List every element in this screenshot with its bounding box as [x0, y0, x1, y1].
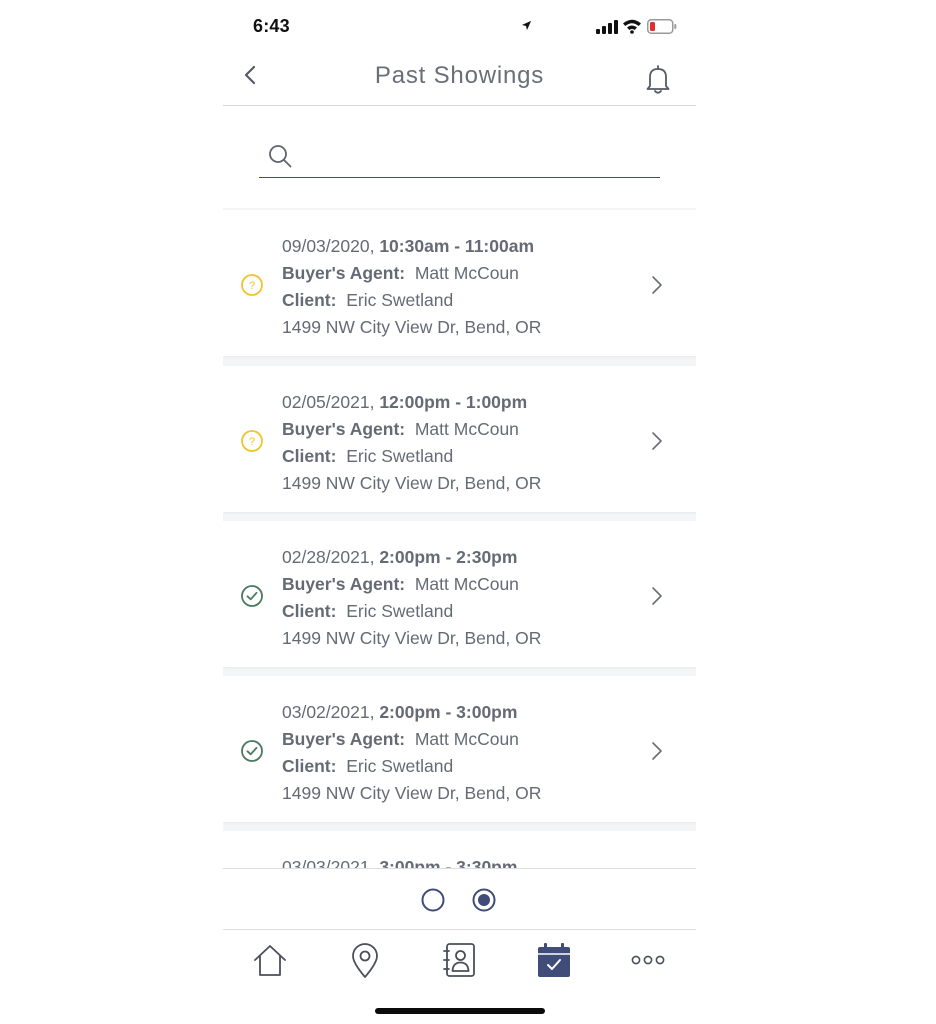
check-circle-icon: [241, 585, 263, 607]
showing-date: 02/28/2021,: [282, 547, 375, 567]
battery-icon: [647, 19, 677, 34]
buyers-agent-name: Matt McCoun: [414, 574, 519, 594]
location-arrow-icon: [521, 20, 532, 31]
page-dot-1[interactable]: [421, 888, 445, 912]
client-label: Client:: [282, 446, 337, 466]
buyers-agent-label: Buyer's Agent:: [282, 574, 406, 594]
svg-text:?: ?: [249, 436, 255, 448]
chevron-right-icon: [652, 432, 662, 450]
showing-address: 1499 NW City View Dr, Bend, OR: [282, 473, 542, 493]
showing-card-partial[interactable]: 03/03/2021, 3:00pm - 3:30pm: [223, 831, 696, 868]
search-icon: [269, 145, 292, 168]
calendar-check-icon[interactable]: [534, 940, 574, 980]
client-label: Client:: [282, 756, 337, 776]
showing-time: 12:00pm - 1:00pm: [379, 392, 528, 412]
more-dots-icon[interactable]: [628, 940, 668, 980]
page-title: Past Showings: [374, 62, 545, 89]
svg-text:?: ?: [249, 280, 255, 292]
showing-card[interactable]: ? 09/03/2020, 10:30am - 11:00am Buyer's …: [223, 210, 696, 356]
client-name: Eric Swetland: [346, 601, 454, 621]
client-name: Eric Swetland: [346, 290, 454, 310]
status-bar: 6:43: [223, 0, 696, 56]
bell-icon[interactable]: [641, 62, 675, 96]
chevron-right-icon: [652, 587, 662, 605]
page-indicator: [223, 868, 696, 930]
buyers-agent-label: Buyer's Agent:: [282, 263, 406, 283]
client-label: Client:: [282, 601, 337, 621]
showing-date: 03/03/2021,: [282, 857, 375, 868]
buyers-agent-label: Buyer's Agent:: [282, 419, 406, 439]
search-input[interactable]: [303, 140, 653, 172]
tab-bar: [223, 930, 696, 992]
showing-date: 09/03/2020,: [282, 236, 375, 256]
showing-card[interactable]: 02/28/2021, 2:00pm - 2:30pm Buyer's Agen…: [223, 521, 696, 667]
search-bar: [259, 136, 660, 178]
contact-book-icon[interactable]: [439, 940, 479, 980]
status-time: 6:43: [253, 16, 290, 36]
home-indicator: [375, 1008, 545, 1014]
showing-card[interactable]: ? 02/05/2021, 12:00pm - 1:00pm Buyer's A…: [223, 366, 696, 512]
wifi-icon: [623, 19, 641, 34]
question-circle-icon: ?: [241, 274, 263, 296]
location-pin-icon[interactable]: [345, 940, 385, 980]
showing-address: 1499 NW City View Dr, Bend, OR: [282, 628, 542, 648]
buyers-agent-name: Matt McCoun: [414, 419, 519, 439]
buyers-agent-name: Matt McCoun: [414, 263, 519, 283]
showing-time: 3:00pm - 3:30pm: [379, 857, 518, 868]
showing-card[interactable]: 03/02/2021, 2:00pm - 3:00pm Buyer's Agen…: [223, 676, 696, 822]
showing-date: 03/02/2021,: [282, 702, 375, 722]
check-circle-icon: [241, 740, 263, 762]
page-dot-2-active[interactable]: [472, 888, 496, 912]
showing-time: 2:00pm - 3:00pm: [379, 702, 518, 722]
nav-header: Past Showings: [223, 56, 696, 106]
showing-date: 02/05/2021,: [282, 392, 375, 412]
question-circle-icon: ?: [241, 430, 263, 452]
buyers-agent-name: Matt McCoun: [414, 729, 519, 749]
showing-address: 1499 NW City View Dr, Bend, OR: [282, 317, 542, 337]
home-icon[interactable]: [250, 940, 290, 980]
showing-time: 10:30am - 11:00am: [379, 236, 535, 256]
client-name: Eric Swetland: [346, 756, 454, 776]
showing-address: 1499 NW City View Dr, Bend, OR: [282, 783, 542, 803]
client-name: Eric Swetland: [346, 446, 454, 466]
chevron-right-icon: [652, 276, 662, 294]
showing-time: 2:00pm - 2:30pm: [379, 547, 518, 567]
client-label: Client:: [282, 290, 337, 310]
chevron-right-icon: [652, 742, 662, 760]
showings-list: ? 09/03/2020, 10:30am - 11:00am Buyer's …: [223, 208, 696, 868]
buyers-agent-label: Buyer's Agent:: [282, 729, 406, 749]
cellular-signal-icon: [596, 20, 618, 34]
